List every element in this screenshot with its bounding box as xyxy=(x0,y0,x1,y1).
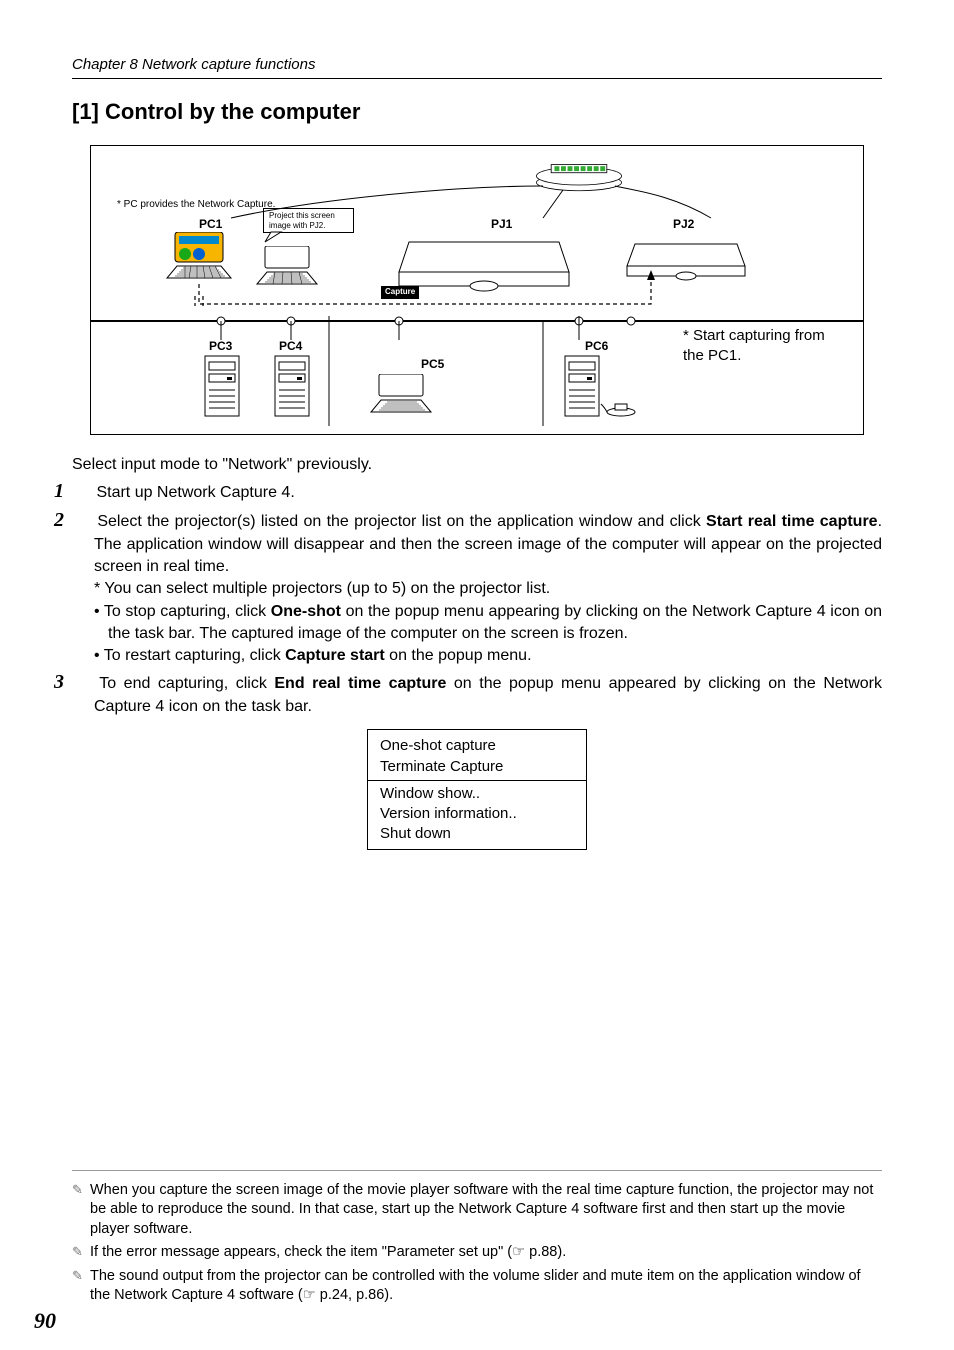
footnote-2-b: p.88). xyxy=(525,1244,566,1260)
menu-item-window-show[interactable]: Window show.. xyxy=(368,784,586,804)
step-3-number: 3 xyxy=(74,669,92,696)
step-2-sub3-a: • To restart capturing, click xyxy=(94,647,285,664)
chapter-header: Chapter 8 Network capture functions xyxy=(72,55,882,79)
step-2-text-a: Select the projector(s) listed on the pr… xyxy=(97,513,706,530)
capture-tag: Capture xyxy=(381,286,419,299)
step-2-number: 2 xyxy=(74,507,92,534)
step-1: 1 Start up Network Capture 4. xyxy=(72,478,882,505)
footnote-3-b: p.24, p.86). xyxy=(316,1287,393,1303)
pointer-icon: ☞ xyxy=(512,1244,525,1260)
pencil-icon: ✎ xyxy=(72,1267,90,1306)
menu-item-shutdown[interactable]: Shut down xyxy=(368,824,586,844)
step-3-bold: End real time capture xyxy=(274,675,446,692)
step-3-text-a: To end capturing, click xyxy=(99,675,274,692)
intro-text: Select input mode to "Network" previousl… xyxy=(72,453,882,476)
step-2-sub1: * You can select multiple projectors (up… xyxy=(72,578,882,600)
step-1-text: Start up Network Capture 4. xyxy=(96,484,294,501)
footnote-3-text: The sound output from the projector can … xyxy=(90,1267,882,1306)
menu-item-version[interactable]: Version information.. xyxy=(368,804,586,824)
footnotes-block: ✎ When you capture the screen image of t… xyxy=(72,1170,882,1310)
section-heading: [1] Control by the computer xyxy=(72,97,882,127)
step-2-sub3: • To restart capturing, click Capture st… xyxy=(72,645,882,667)
step-2-sub2-a: • To stop capturing, click xyxy=(94,603,271,620)
step-2-sub2-bold: One-shot xyxy=(271,603,341,620)
step-2-sub3-b: on the popup menu. xyxy=(385,647,532,664)
popup-menu: One-shot capture Terminate Capture Windo… xyxy=(367,729,587,849)
menu-separator xyxy=(368,780,586,781)
footnote-1: ✎ When you capture the screen image of t… xyxy=(72,1181,882,1240)
pencil-icon: ✎ xyxy=(72,1243,90,1263)
diagram-side-note: * Start capturing from the PC1. xyxy=(683,326,843,367)
step-2-sub3-bold: Capture start xyxy=(285,647,385,664)
footnote-2-text: If the error message appears, check the … xyxy=(90,1243,882,1263)
footnote-1-text: When you capture the screen image of the… xyxy=(90,1181,882,1240)
network-diagram: * PC provides the Network Capture. PC1 P… xyxy=(90,145,864,435)
page-number: 90 xyxy=(34,1306,56,1336)
step-2-sub2: • To stop capturing, click One-shot on t… xyxy=(72,601,882,644)
menu-item-oneshot[interactable]: One-shot capture xyxy=(368,736,586,756)
footnote-2-a: If the error message appears, check the … xyxy=(90,1244,512,1260)
diagram-top-lines xyxy=(91,146,864,326)
pointer-icon: ☞ xyxy=(303,1287,316,1303)
step-1-number: 1 xyxy=(74,478,92,505)
menu-item-terminate[interactable]: Terminate Capture xyxy=(368,757,586,777)
pencil-icon: ✎ xyxy=(72,1181,90,1240)
footnote-3: ✎ The sound output from the projector ca… xyxy=(72,1267,882,1306)
step-3: 3 To end capturing, click End real time … xyxy=(72,669,882,718)
footnote-3-a: The sound output from the projector can … xyxy=(90,1268,861,1304)
step-2-bold1: Start real time capture xyxy=(706,513,878,530)
footnote-2: ✎ If the error message appears, check th… xyxy=(72,1243,882,1263)
step-2: 2 Select the projector(s) listed on the … xyxy=(72,507,882,577)
